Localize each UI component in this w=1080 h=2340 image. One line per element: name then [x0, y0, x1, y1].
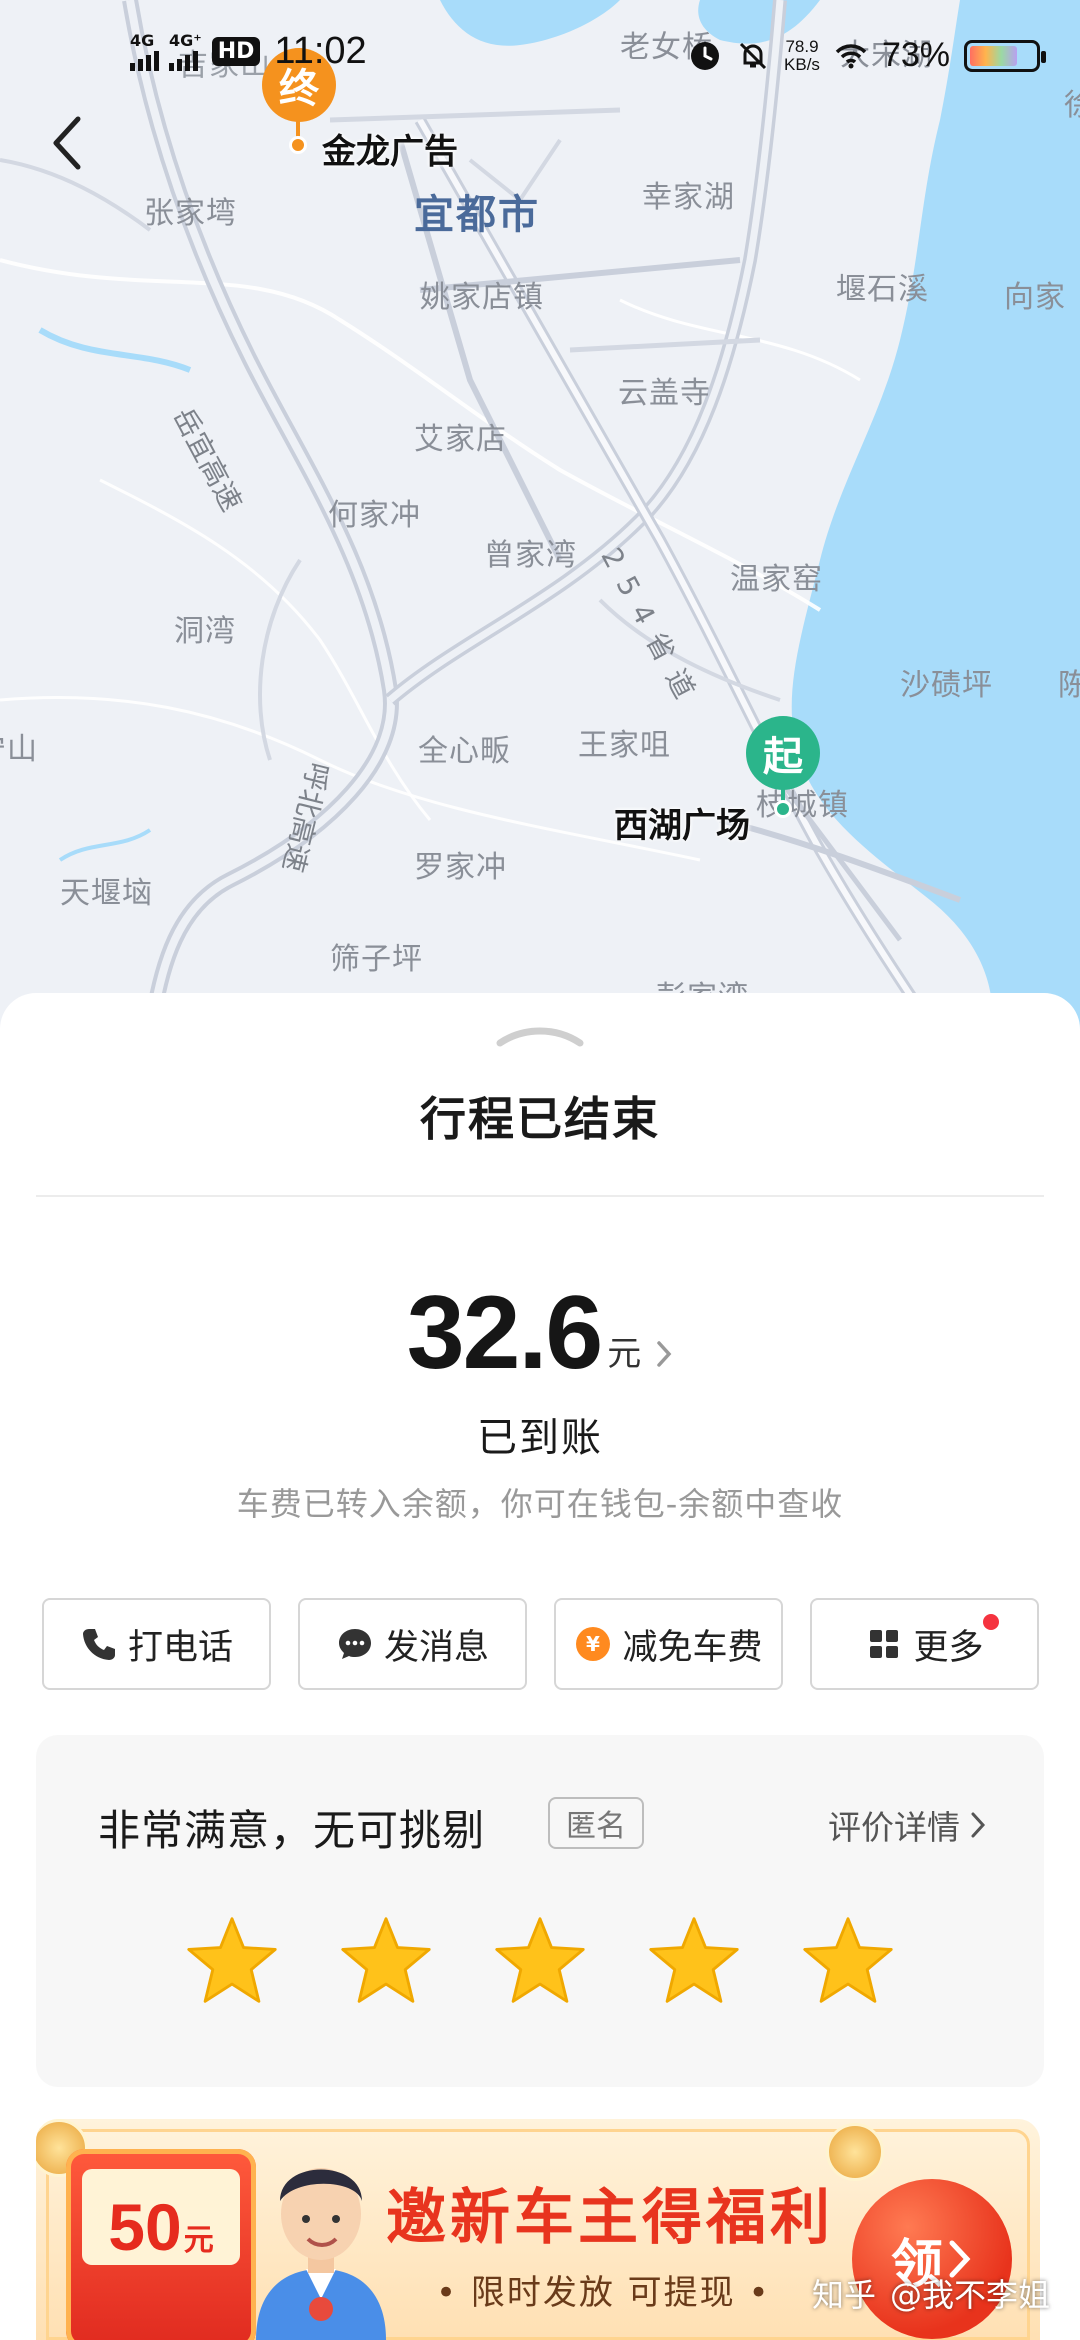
map-place: 张家塆 — [144, 196, 237, 231]
star-icon[interactable] — [184, 1913, 280, 2009]
map-place: 沙碛坪 — [900, 668, 993, 703]
network-speed-unit: KB/s — [784, 54, 820, 74]
watermark-site: 知乎 — [811, 2276, 876, 2314]
hd-voice-icon: HD — [211, 37, 261, 66]
map-place: 筛子坪 — [330, 942, 423, 977]
rating-card: 非常满意，无可挑剔 匿名 评价详情 — [36, 1735, 1044, 2087]
star-rating[interactable] — [184, 1913, 896, 2009]
network-speed-value: 78.9 — [785, 36, 819, 56]
start-location-label: 西湖广场 — [614, 806, 750, 846]
network-speed: 78.9 KB/s — [784, 36, 820, 74]
chevron-right-icon — [657, 1341, 672, 1367]
start-marker[interactable]: 起 — [746, 716, 820, 818]
page-title: 行程已结束 — [420, 1092, 660, 1146]
map-place: 艾家店 — [414, 422, 507, 457]
grid-icon — [865, 1625, 903, 1663]
mute-bell-icon — [739, 42, 767, 69]
map-city-label: 宜都市 — [414, 192, 540, 238]
sim2-signal-icon: 4G⁺ — [169, 30, 202, 71]
start-marker-pin: 起 — [746, 716, 820, 790]
fare-summary[interactable]: 32.6 元 — [0, 1275, 1080, 1391]
coupon-card: 50 元 — [66, 2149, 256, 2340]
divider — [36, 1195, 1044, 1197]
map-place: 王家咀 — [578, 728, 671, 763]
map-place: 云盖寺 — [618, 376, 711, 411]
battery-level — [970, 45, 1017, 66]
end-marker-dot — [289, 136, 307, 154]
chevron-right-icon — [971, 1812, 986, 1838]
status-bar-left: 4G 4G⁺ HD 11:02 — [130, 30, 367, 73]
map-place: 幸家湖 — [642, 180, 735, 215]
call-button-label: 打电话 — [127, 1627, 233, 1668]
yuan-icon: ¥ — [574, 1625, 612, 1663]
payment-status: 已到账 — [477, 1415, 603, 1461]
sheet-drag-handle[interactable] — [494, 1021, 586, 1051]
coupon-value: 50 — [108, 2190, 182, 2264]
chat-icon — [336, 1625, 374, 1663]
map-base — [0, 0, 1080, 1040]
star-icon[interactable] — [338, 1913, 434, 2009]
notification-dot — [983, 1614, 999, 1630]
rating-text: 非常满意，无可挑剔 — [98, 1806, 486, 1855]
back-button[interactable] — [38, 108, 98, 178]
star-icon[interactable] — [492, 1913, 588, 2009]
promo-title: 邀新车主得福利 — [386, 2183, 834, 2253]
coupon-face: 50 元 — [82, 2169, 240, 2265]
sim1-signal-icon: 4G — [130, 30, 159, 71]
map-place: 陈 — [1058, 668, 1080, 703]
map-place: 何家冲 — [328, 498, 421, 533]
end-location-label: 金龙广告 — [322, 132, 458, 172]
trip-summary-sheet: 行程已结束 32.6 元 已到账 车费已转入余额，你可在钱包-余额中查收 打电话… — [0, 993, 1080, 2340]
watermark: 知乎 @我不李姐 — [812, 2270, 1050, 2316]
clock: 11:02 — [274, 30, 367, 72]
battery-icon — [964, 39, 1046, 72]
rating-details-link[interactable]: 评价详情 — [828, 1801, 986, 1849]
start-marker-dot — [774, 800, 792, 818]
status-bar: 4G 4G⁺ HD 11:02 78.9 KB/s 73% — [0, 0, 1080, 120]
rating-details-label: 评价详情 — [828, 1808, 960, 1847]
trip-map[interactable]: 老女桥 大宋湖 张家塆 幸家湖 姚家店镇 堰石溪 向家 云盖寺 艾家店 何家冲 … — [0, 0, 1080, 1040]
anonymous-badge: 匿名 — [548, 1797, 644, 1849]
coupon-unit: 元 — [183, 2223, 214, 2258]
star-icon[interactable] — [800, 1913, 896, 2009]
map-place: 姚家店镇 — [420, 280, 544, 315]
map-place: 温家窑 — [730, 562, 823, 597]
fare-amount: 32.6 — [406, 1275, 603, 1391]
map-place: 堰石溪 — [836, 272, 929, 307]
watermark-user: @我不李姐 — [889, 2276, 1050, 2314]
coin-icon — [826, 2123, 884, 2181]
phone-icon — [80, 1625, 118, 1663]
message-button[interactable]: 发消息 — [298, 1598, 527, 1690]
fare-waiver-button[interactable]: ¥ 减免车费 — [554, 1598, 783, 1690]
map-place: 宁山 — [0, 732, 38, 767]
message-button-label: 发消息 — [383, 1627, 489, 1668]
svg-text:¥: ¥ — [587, 1632, 601, 1656]
call-button[interactable]: 打电话 — [42, 1598, 271, 1690]
more-button[interactable]: 更多 — [810, 1598, 1039, 1690]
map-place: 洞湾 — [174, 614, 236, 649]
sim1-network-type: 4G — [130, 30, 155, 50]
payment-note: 车费已转入余额，你可在钱包-余额中查收 — [236, 1485, 844, 1523]
alarm-clock-icon — [691, 41, 720, 70]
chevron-left-icon — [53, 116, 81, 170]
status-bar-right: 78.9 KB/s 73% — [688, 36, 1046, 75]
map-place: 罗家冲 — [414, 850, 507, 885]
map-place: 天堰垴 — [60, 876, 153, 911]
promo-subtitle: • 限时发放 可提现 • — [436, 2273, 771, 2313]
fare-waiver-button-label: 减免车费 — [622, 1627, 763, 1668]
map-place: 全心畈 — [418, 734, 511, 769]
star-icon[interactable] — [646, 1913, 742, 2009]
driver-illustration-icon — [256, 2168, 386, 2340]
more-button-label: 更多 — [913, 1627, 984, 1668]
map-place: 曾家湾 — [484, 538, 577, 573]
battery-percent: 73% — [881, 36, 950, 74]
sim2-network-type: 4G⁺ — [169, 30, 202, 50]
wifi-icon — [835, 43, 867, 68]
map-place: 向家 — [1004, 280, 1066, 315]
action-bar: 打电话 发消息 ¥ 减免车费 更多 — [42, 1598, 1039, 1690]
fare-unit: 元 — [607, 1334, 642, 1374]
